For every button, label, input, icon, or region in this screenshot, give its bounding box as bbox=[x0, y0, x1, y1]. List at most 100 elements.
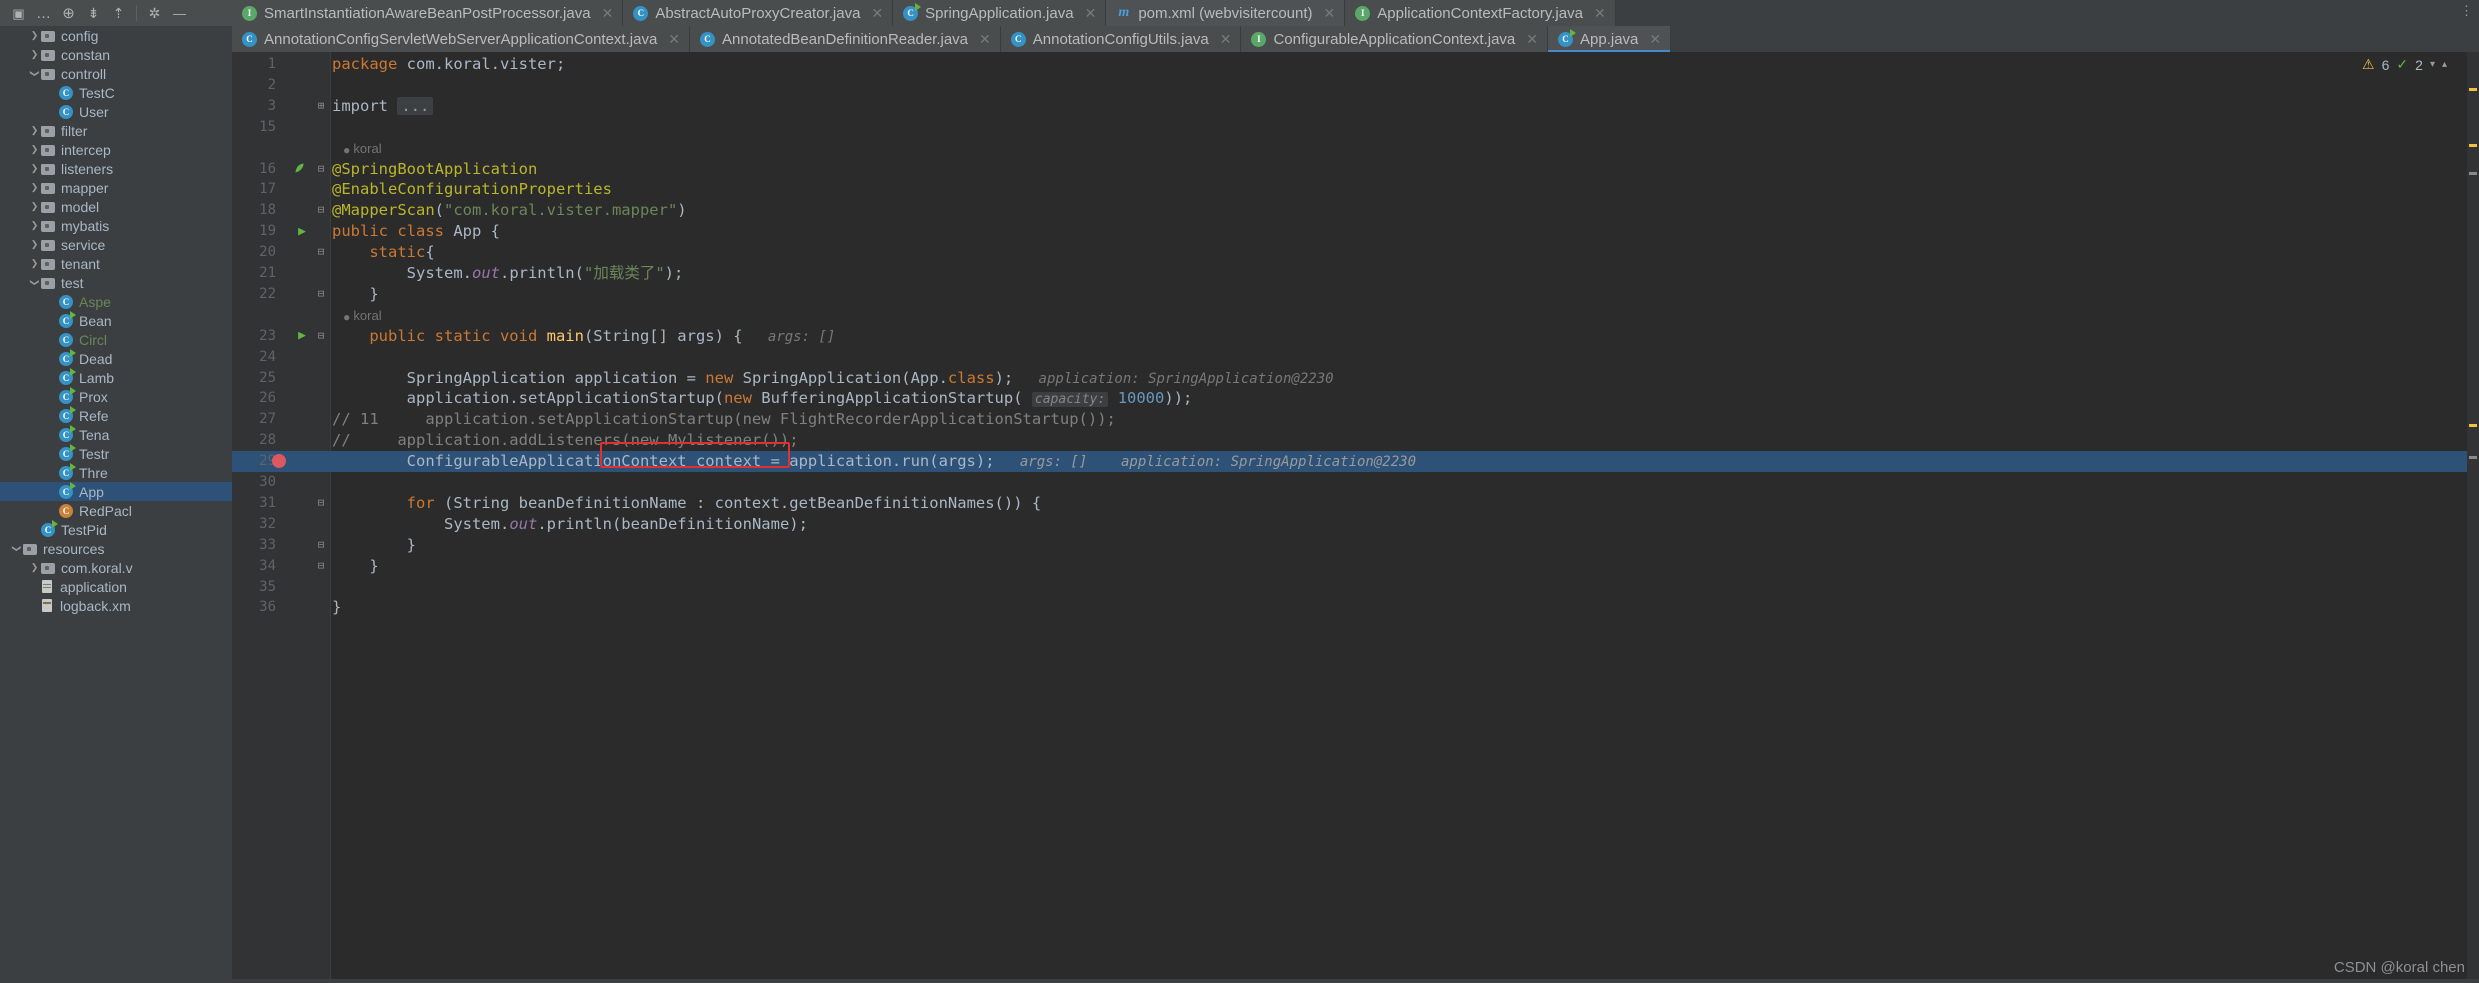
tab-close-icon[interactable]: ✕ bbox=[871, 5, 883, 22]
code-line[interactable]: static{ bbox=[332, 242, 434, 263]
tree-item-config[interactable]: ❯ config bbox=[0, 26, 232, 45]
code-line[interactable]: // application.addListeners(new Mylisten… bbox=[332, 430, 799, 451]
tree-item-testpid[interactable]: C TestPid bbox=[0, 519, 232, 539]
chevron-down-icon[interactable]: ❯ bbox=[29, 276, 40, 289]
code-line[interactable]: System.out.println("加载类了"); bbox=[332, 263, 684, 284]
tree-item-mybatis[interactable]: ❯ mybatis bbox=[0, 216, 232, 235]
chevron-right-icon[interactable]: ❯ bbox=[28, 239, 41, 250]
tab-close-icon[interactable]: ✕ bbox=[1526, 31, 1538, 48]
tree-item-thre[interactable]: C Thre bbox=[0, 462, 232, 482]
project-tree[interactable]: ❯ config ❯ constan ❯ controll C TestC C User ❯ fi… bbox=[0, 26, 232, 983]
expand-all-icon[interactable]: ⇟ bbox=[81, 1, 106, 25]
project-view-icon[interactable]: ▣ bbox=[6, 1, 31, 25]
run-gutter-icon[interactable]: ▶ bbox=[294, 221, 310, 241]
code-line[interactable]: @MapperScan("com.koral.vister.mapper") bbox=[332, 200, 687, 221]
tree-item-application[interactable]: application bbox=[0, 577, 232, 596]
editor-tab[interactable]: C App.java ✕ bbox=[1548, 26, 1672, 52]
tree-item-logback-xm[interactable]: logback.xm bbox=[0, 596, 232, 615]
tab-overflow-menu-icon[interactable]: ⋮ bbox=[2460, 4, 2473, 17]
code-fold-toggle-icon[interactable]: ⊟ bbox=[314, 326, 328, 347]
tree-item-redpacl[interactable]: C RedPacl bbox=[0, 501, 232, 520]
code-line[interactable]: } bbox=[332, 535, 416, 556]
tree-item-intercep[interactable]: ❯ intercep bbox=[0, 140, 232, 159]
tree-item-controll[interactable]: ❯ controll bbox=[0, 64, 232, 83]
code-fold-toggle-icon[interactable]: ⊟ bbox=[314, 535, 328, 556]
tab-close-icon[interactable]: ✕ bbox=[979, 31, 991, 48]
stripe-mark-info[interactable] bbox=[2469, 172, 2477, 175]
tree-item-testc[interactable]: C TestC bbox=[0, 83, 232, 102]
editor-tab[interactable]: C AnnotationConfigServletWebServerApplica… bbox=[232, 26, 691, 52]
tree-item-user[interactable]: C User bbox=[0, 102, 232, 121]
tab-close-icon[interactable]: ✕ bbox=[1220, 31, 1232, 48]
tree-item-aspe[interactable]: C Aspe bbox=[0, 292, 232, 311]
code-fold-toggle-icon[interactable]: ⊟ bbox=[314, 556, 328, 577]
error-stripe[interactable] bbox=[2467, 52, 2479, 983]
chevron-down-icon[interactable]: ❯ bbox=[11, 542, 22, 555]
code-fold-toggle-icon[interactable]: ⊟ bbox=[314, 200, 328, 221]
tab-close-icon[interactable]: ✕ bbox=[1085, 5, 1097, 22]
tree-item-lamb[interactable]: C Lamb bbox=[0, 367, 232, 387]
inspection-widget[interactable]: ⚠ 6 ✓ 2 ▾ ▴ bbox=[2362, 56, 2447, 73]
tree-item-test[interactable]: ❯ test bbox=[0, 273, 232, 292]
code-line[interactable]: System.out.println(beanDefinitionName); bbox=[332, 514, 808, 535]
code-fold-toggle-icon[interactable]: ⊟ bbox=[314, 159, 328, 180]
editor-tab[interactable]: C SpringApplication.java ✕ bbox=[893, 0, 1107, 26]
editor-tab[interactable]: I SmartInstantiationAwareBeanPostProcesso… bbox=[232, 0, 624, 26]
tree-item-tena[interactable]: C Tena bbox=[0, 424, 232, 444]
code-line[interactable]: } bbox=[332, 597, 341, 618]
code-line[interactable]: // 11 application.setApplicationStartup(… bbox=[332, 409, 1116, 430]
code-fold-toggle-icon[interactable]: ⊟ bbox=[314, 242, 328, 263]
stripe-mark-warning[interactable] bbox=[2469, 144, 2477, 147]
tab-close-icon[interactable]: ✕ bbox=[668, 31, 680, 48]
chevron-right-icon[interactable]: ❯ bbox=[28, 201, 41, 212]
chevron-right-icon[interactable]: ❯ bbox=[28, 258, 41, 269]
code-line[interactable]: for (String beanDefinitionName : context… bbox=[332, 493, 1042, 514]
tree-item-service[interactable]: ❯ service bbox=[0, 235, 232, 254]
chevron-right-icon[interactable]: ❯ bbox=[28, 163, 41, 174]
code-line[interactable]: package com.koral.vister; bbox=[332, 54, 565, 75]
chevron-right-icon[interactable]: ❯ bbox=[28, 182, 41, 193]
code-line[interactable]: ConfigurableApplicationContext context =… bbox=[332, 451, 1416, 472]
chevron-right-icon[interactable]: ❯ bbox=[28, 220, 41, 231]
tree-item-constan[interactable]: ❯ constan bbox=[0, 45, 232, 64]
tree-item-app[interactable]: C App bbox=[0, 481, 232, 501]
code-line[interactable]: application.setApplicationStartup(new Bu… bbox=[332, 388, 1192, 409]
tree-item-prox[interactable]: C Prox bbox=[0, 386, 232, 406]
code-line[interactable]: @SpringBootApplication bbox=[332, 159, 537, 180]
chevron-right-icon[interactable]: ❯ bbox=[28, 125, 41, 136]
chevron-right-icon[interactable]: ❯ bbox=[28, 49, 41, 60]
tree-item-refe[interactable]: C Refe bbox=[0, 405, 232, 425]
code-line[interactable]: @EnableConfigurationProperties bbox=[332, 179, 612, 200]
tree-item-mapper[interactable]: ❯ mapper bbox=[0, 178, 232, 197]
code-editor[interactable]: 1 package com.koral.vister; 2 3 ⊞ import ... 1… bbox=[232, 52, 2479, 983]
chevron-up-icon[interactable]: ▴ bbox=[2442, 59, 2447, 70]
tab-close-icon[interactable]: ✕ bbox=[1594, 5, 1606, 22]
tree-item-circl[interactable]: C Circl bbox=[0, 330, 232, 349]
breakpoint-icon[interactable] bbox=[272, 454, 286, 469]
chevron-down-icon[interactable]: ❯ bbox=[29, 67, 40, 80]
editor-tab[interactable]: C AnnotationConfigUtils.java ✕ bbox=[1001, 26, 1242, 52]
tree-item-listeners[interactable]: ❯ listeners bbox=[0, 159, 232, 178]
collapse-all-icon[interactable]: ⇡ bbox=[106, 1, 131, 25]
spring-bean-gutter-icon[interactable] bbox=[290, 159, 308, 179]
tab-close-icon[interactable]: ✕ bbox=[1649, 31, 1661, 48]
tree-item-testr[interactable]: C Testr bbox=[0, 443, 232, 463]
tree-item-resources[interactable]: ❯ resources bbox=[0, 539, 232, 558]
chevron-down-icon[interactable]: ▾ bbox=[2430, 59, 2435, 70]
chevron-right-icon[interactable]: ❯ bbox=[28, 562, 41, 573]
chevron-right-icon[interactable]: ❯ bbox=[28, 30, 41, 41]
code-line[interactable]: public static void main(String[] args) {… bbox=[332, 326, 835, 347]
tab-close-icon[interactable]: ✕ bbox=[1324, 5, 1336, 22]
tree-item-tenant[interactable]: ❯ tenant bbox=[0, 254, 232, 273]
editor-tab[interactable]: C AnnotatedBeanDefinitionReader.java ✕ bbox=[690, 26, 1001, 52]
stripe-mark-info[interactable] bbox=[2469, 456, 2477, 459]
tree-item-model[interactable]: ❯ model bbox=[0, 197, 232, 216]
code-line[interactable]: } bbox=[332, 556, 378, 577]
code-line[interactable]: SpringApplication application = new Spri… bbox=[332, 368, 1334, 389]
code-line[interactable]: import ... bbox=[332, 96, 434, 117]
more-options-icon[interactable]: … bbox=[31, 1, 56, 25]
run-gutter-icon[interactable]: ▶ bbox=[294, 326, 310, 346]
hide-panel-icon[interactable]: — bbox=[167, 1, 192, 25]
chevron-right-icon[interactable]: ❯ bbox=[28, 144, 41, 155]
editor-tab[interactable]: C AbstractAutoProxyCreator.java ✕ bbox=[623, 0, 894, 26]
